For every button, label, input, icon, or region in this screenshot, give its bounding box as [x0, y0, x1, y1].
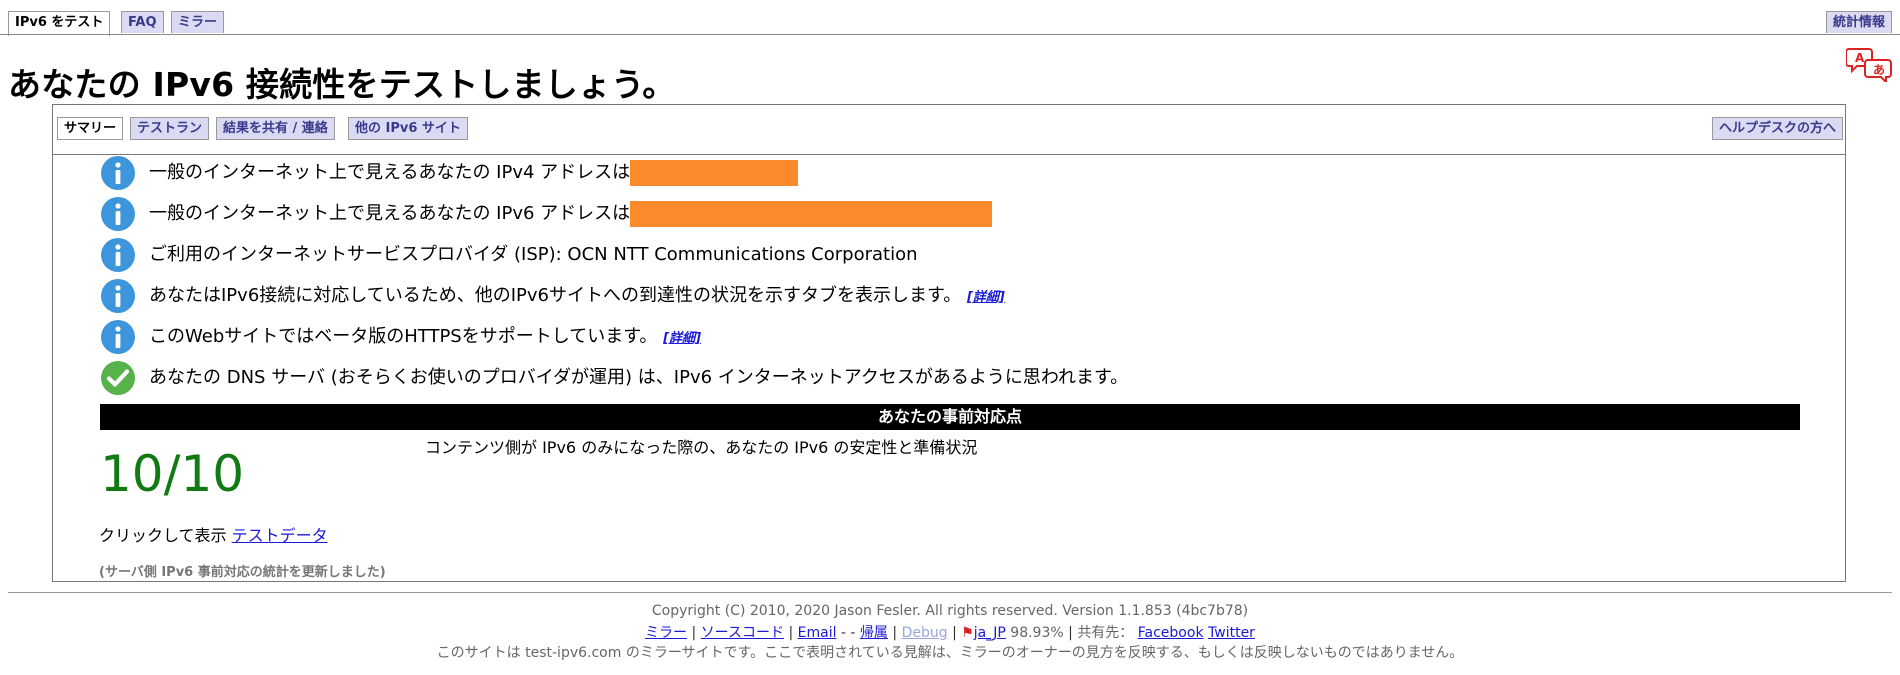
tab-other-ipv6-sites[interactable]: 他の IPv6 サイト [348, 117, 468, 140]
ipv4-label: 一般のインターネット上で見えるあなたの IPv4 アドレスは [149, 162, 631, 183]
tab-mirror[interactable]: ミラー [171, 11, 225, 33]
click-prefix: クリックして表示 [99, 526, 227, 545]
check-icon [99, 359, 137, 397]
isp-text: ご利用のインターネットサービスプロバイダ (ISP): OCN NTT Comm… [149, 244, 918, 265]
readiness-score: 10/10 [100, 445, 245, 503]
dns-text: あなたの DNS サーバ (おそらくお使いのプロバイダが運用) は、IPv6 イ… [149, 367, 1129, 388]
mirror-disclaimer: このサイトは test-ipv6.com のミラーサイトです。ここで表明されてい… [436, 645, 1464, 661]
ipv6-tabs-text: あなたはIPv6接続に対応しているため、他のIPv6サイトへの到達性の状況を示す… [149, 285, 962, 306]
score-header: あなたの事前対応点 [100, 404, 1800, 430]
tab-stats[interactable]: 統計情報 [1825, 11, 1892, 33]
tab-test-run[interactable]: テストラン [130, 117, 210, 140]
svg-text:あ: あ [1873, 63, 1885, 77]
test-data-link[interactable]: テストデータ [232, 526, 328, 545]
test-data-row: クリックして表示 テストデータ [99, 523, 328, 549]
details-link[interactable]: [詳細] [967, 290, 1005, 305]
https-text: このWebサイトではベータ版のHTTPSをサポートしています。 [149, 326, 658, 347]
footer-links: ミラー | ソースコード | Email - - 帰属 | Debug | ⚑j… [645, 625, 1255, 641]
info-icon [99, 154, 137, 192]
score-description: コンテンツ側が IPv6 のみになった際の、あなたの IPv6 の安定性と準備状… [425, 438, 978, 457]
locale-percent: 98.93% [1010, 625, 1064, 641]
ipv4-address-redacted [630, 160, 799, 186]
summary-panel: サマリー テストラン 結果を共有 / 連絡 他の IPv6 サイト ヘルプデスク… [52, 104, 1846, 582]
tab-share-results[interactable]: 結果を共有 / 連絡 [216, 117, 335, 140]
nav-divider [0, 34, 1900, 35]
footer-debug-link[interactable]: Debug [902, 625, 948, 641]
top-navigation: IPv6 をテスト FAQ ミラー 統計情報 [0, 0, 1900, 36]
info-icon [99, 195, 137, 233]
copyright: Copyright (C) 2010, 2020 Jason Fesler. A… [651, 603, 1249, 619]
tab-summary[interactable]: サマリー [57, 117, 124, 140]
footer-email-link[interactable]: Email [798, 625, 837, 641]
ipv6-address-redacted [630, 201, 993, 227]
footer-twitter-link[interactable]: Twitter [1208, 625, 1255, 641]
locale-icon: ⚑ [961, 625, 974, 641]
page-title: あなたの IPv6 接続性をテストしましょう。 [8, 65, 676, 104]
details-link[interactable]: [詳細] [663, 331, 701, 346]
translate-icon[interactable]: A あ [1845, 46, 1894, 85]
share-label: 共有先： [1077, 625, 1134, 641]
info-icon [99, 318, 137, 356]
footer-source-link[interactable]: ソースコード [701, 625, 784, 641]
info-icon [99, 277, 137, 315]
footer-locale-link[interactable]: ja_JP [974, 625, 1006, 641]
sub-navigation: サマリー テストラン 結果を共有 / 連絡 他の IPv6 サイト ヘルプデスク… [53, 105, 1845, 155]
tab-ipv6-test[interactable]: IPv6 をテスト [8, 11, 111, 36]
footer-mirror-link[interactable]: ミラー [645, 625, 687, 641]
svg-text:A: A [1855, 51, 1865, 65]
footer-attribution-link[interactable]: 帰属 [860, 625, 888, 641]
tab-faq[interactable]: FAQ [121, 11, 164, 33]
info-icon [99, 236, 137, 274]
footer-divider [8, 592, 1892, 593]
ipv6-label: 一般のインターネット上で見えるあなたの IPv6 アドレスは [149, 203, 631, 224]
server-note: (サーバ側 IPv6 事前対応の統計を更新しました) [99, 565, 386, 580]
tab-helpdesk[interactable]: ヘルプデスクの方へ [1711, 117, 1843, 140]
footer-facebook-link[interactable]: Facebook [1138, 625, 1204, 641]
